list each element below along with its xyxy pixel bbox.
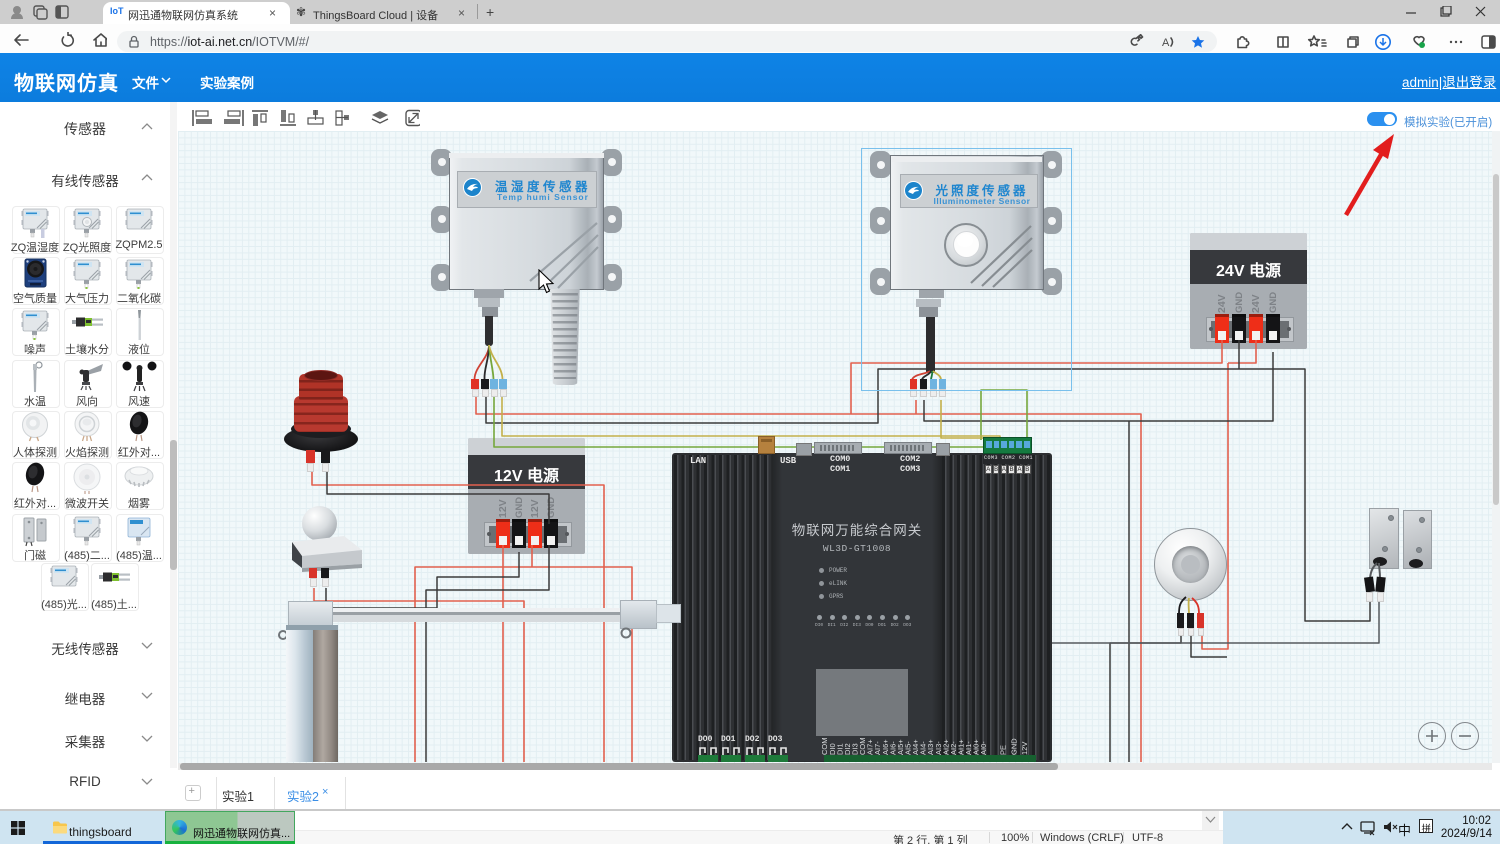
svg-text:GND: GND [546,497,557,518]
svg-text:12V: 12V [1020,742,1029,755]
svg-text:PE: PE [999,745,1008,755]
svg-text:12V: 12V [497,499,509,518]
svg-text:24V: 24V [1250,294,1262,313]
svg-text:12V: 12V [529,499,541,518]
svg-text:GND: GND [514,497,525,518]
svg-text:A: A [1162,37,1170,49]
svg-text:GND: GND [1009,738,1018,755]
svg-text:GND: GND [1268,292,1279,313]
svg-text:AI0-: AI0- [979,741,988,755]
svg-text:24V: 24V [1216,294,1228,313]
svg-text:GND: GND [1234,292,1245,313]
